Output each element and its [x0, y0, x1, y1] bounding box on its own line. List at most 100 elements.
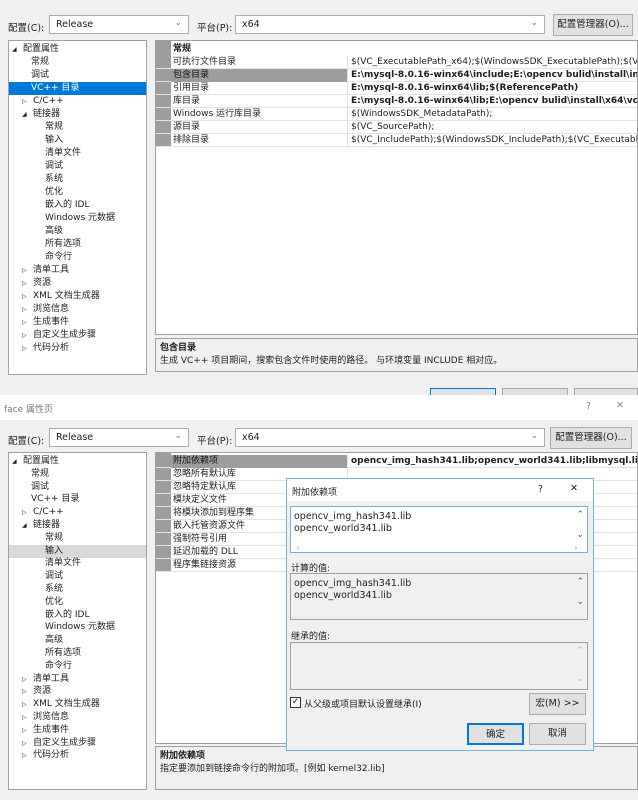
tree-item[interactable]: 常规 — [9, 56, 146, 69]
config-combo[interactable]: Release ⌄ — [49, 428, 189, 447]
platform-combo[interactable]: x64 ⌄ — [235, 15, 545, 34]
tree-item[interactable]: 高级 — [9, 225, 146, 238]
platform-combo[interactable]: x64 ⌄ — [235, 428, 545, 447]
tree-item[interactable]: 调试 — [9, 570, 146, 583]
scroll-down-icon[interactable]: ⌄ — [576, 596, 584, 608]
macro-button[interactable]: 宏(M) >> — [529, 693, 586, 715]
collapse-icon[interactable]: ◢ — [22, 108, 27, 121]
scroll-left-icon[interactable]: ‹ — [296, 543, 300, 555]
scroll-right-icon[interactable]: › — [574, 543, 578, 555]
tree-item[interactable]: ▷ C/C++ — [9, 506, 146, 519]
tree-item[interactable]: ▷ C/C++ — [9, 95, 146, 108]
inherit-checkbox-label[interactable]: 从父级或项目默认设置继承(I) — [304, 697, 422, 710]
scroll-up-icon[interactable]: ⌃ — [576, 509, 584, 521]
tree-item[interactable]: 命令行 — [9, 660, 146, 673]
tree-item[interactable]: 嵌入的 IDL — [9, 609, 146, 622]
collapse-icon[interactable]: ◢ — [12, 43, 17, 56]
expand-icon[interactable]: ▷ — [22, 724, 27, 737]
expand-icon[interactable]: ▷ — [22, 290, 27, 303]
expand-icon[interactable]: ▷ — [22, 711, 27, 724]
property-row[interactable]: 可执行文件目录 $(VC_ExecutablePath_x64);$(Window… — [156, 56, 637, 69]
expand-icon[interactable]: ▷ — [22, 316, 27, 329]
collapse-icon[interactable]: ◢ — [12, 455, 17, 468]
config-manager-button[interactable]: 配置管理器(O)... — [553, 14, 633, 36]
tree-item[interactable]: 优化 — [9, 186, 146, 199]
tree-item[interactable]: 嵌入的 IDL — [9, 199, 146, 212]
tree-item[interactable]: 系统 — [9, 583, 146, 596]
tree-item[interactable]: ◢ 链接器 — [9, 519, 146, 532]
tree-item[interactable]: Windows 元数据 — [9, 621, 146, 634]
scroll-up-icon[interactable]: ⌃ — [576, 576, 584, 588]
tree-item[interactable]: 所有选项 — [9, 238, 146, 251]
tree-item[interactable]: 清单文件 — [9, 557, 146, 570]
tree-item[interactable]: 常规 — [9, 532, 146, 545]
tree-item[interactable]: ▷ 自定义生成步骤 — [9, 737, 146, 750]
tree-item[interactable]: ▷ XML 文档生成器 — [9, 290, 146, 303]
inherit-checkbox[interactable]: ✓ — [290, 697, 301, 708]
tree-item[interactable]: 高级 — [9, 634, 146, 647]
tree-item[interactable]: VC++ 目录 — [9, 82, 146, 95]
property-tree[interactable]: ◢ 配置属性 常规 调试 VC++ 目录 ▷ C/C++ ◢ 链接器 常规 输入 清单文件 调试 系统 优化… — [8, 40, 147, 375]
tree-item[interactable]: 清单文件 — [9, 147, 146, 160]
close-icon[interactable]: ✕ — [616, 400, 624, 411]
property-row[interactable]: 库目录 E:\mysql-8.0.16-winx64\lib;E:\opencv … — [156, 95, 637, 108]
expand-icon[interactable]: ▷ — [22, 329, 27, 342]
tree-item[interactable]: ▷ 资源 — [9, 277, 146, 290]
expand-icon[interactable]: ▷ — [22, 749, 27, 762]
property-row[interactable]: Windows 运行库目录 $(WindowsSDK_MetadataPath); — [156, 108, 637, 121]
property-row[interactable]: 排除目录 $(VC_IncludePath);$(WindowsSDK_Inclu… — [156, 134, 637, 147]
tree-item[interactable]: 调试 — [9, 481, 146, 494]
tree-item[interactable]: ▷ 浏览信息 — [9, 303, 146, 316]
property-row[interactable]: 附加依赖项 opencv_img_hash341.lib;opencv_world… — [156, 455, 637, 468]
tree-item[interactable]: 输入 — [9, 544, 146, 558]
expand-icon[interactable]: ▷ — [22, 737, 27, 750]
expand-icon[interactable]: ▷ — [22, 685, 27, 698]
config-combo[interactable]: Release ⌄ — [49, 15, 189, 34]
expand-icon[interactable]: ▷ — [22, 277, 27, 290]
tree-item[interactable]: 系统 — [9, 173, 146, 186]
property-row[interactable]: 包含目录 E:\mysql-8.0.16-winx64\include;E:\op… — [156, 69, 637, 82]
expand-icon[interactable]: ▷ — [22, 264, 27, 277]
expand-icon[interactable]: ▷ — [22, 303, 27, 316]
tree-item[interactable]: ▷ 自定义生成步骤 — [9, 329, 146, 342]
scroll-down-icon[interactable]: ⌄ — [576, 529, 584, 541]
tree-item[interactable]: 调试 — [9, 160, 146, 173]
config-manager-button[interactable]: 配置管理器(O)... — [550, 427, 632, 449]
tree-item[interactable]: ▷ 清单工具 — [9, 264, 146, 277]
section-header[interactable]: ⌄常规 — [156, 43, 637, 56]
close-icon[interactable]: ✕ — [570, 483, 578, 494]
tree-item[interactable]: ▷ XML 文档生成器 — [9, 698, 146, 711]
help-icon[interactable]: ? — [538, 484, 543, 495]
tree-item[interactable]: ▷ 清单工具 — [9, 673, 146, 686]
tree-item[interactable]: ▷ 浏览信息 — [9, 711, 146, 724]
tree-item[interactable]: ▷ 生成事件 — [9, 724, 146, 737]
tree-item[interactable]: 所有选项 — [9, 647, 146, 660]
ok-button[interactable]: 确定 — [467, 723, 524, 745]
tree-item[interactable]: 常规 — [9, 121, 146, 134]
dependencies-edit[interactable]: opencv_img_hash341.lib opencv_world341.l… — [290, 506, 588, 555]
tree-item[interactable]: 优化 — [9, 596, 146, 609]
property-grid[interactable]: ⌄常规 可执行文件目录$(VC_ExecutablePath_x64);$(Wi… — [155, 40, 638, 335]
tree-item[interactable]: ◢ 配置属性 — [9, 455, 146, 468]
property-tree[interactable]: ◢ 配置属性 常规 调试 VC++ 目录 ▷ C/C++ ◢ 链接器 常规 输入 清单文件 调试 系统 优化… — [8, 452, 147, 790]
property-row[interactable]: 源目录 $(VC_SourcePath); — [156, 121, 637, 134]
tree-item[interactable]: ◢ 配置属性 — [9, 43, 146, 56]
tree-item[interactable]: 常规 — [9, 468, 146, 481]
tree-item[interactable]: 输入 — [9, 134, 146, 147]
tree-item[interactable]: ▷ 生成事件 — [9, 316, 146, 329]
tree-item[interactable]: ▷ 代码分析 — [9, 342, 146, 355]
expand-icon[interactable]: ▷ — [22, 698, 27, 711]
expand-icon[interactable]: ▷ — [22, 673, 27, 686]
tree-item[interactable]: VC++ 目录 — [9, 493, 146, 506]
cancel-button[interactable]: 取消 — [529, 723, 586, 745]
expand-icon[interactable]: ▷ — [22, 342, 27, 355]
collapse-icon[interactable]: ◢ — [22, 519, 27, 532]
tree-item[interactable]: ◢ 链接器 — [9, 108, 146, 121]
expand-icon[interactable]: ▷ — [22, 95, 27, 108]
tree-item[interactable]: ▷ 资源 — [9, 685, 146, 698]
help-icon[interactable]: ? — [586, 401, 591, 412]
tree-item[interactable]: Windows 元数据 — [9, 212, 146, 225]
tree-item[interactable]: 调试 — [9, 69, 146, 82]
tree-item[interactable]: 命令行 — [9, 251, 146, 264]
property-row[interactable]: 引用目录 E:\mysql-8.0.16-winx64\lib;$(Referen… — [156, 82, 637, 95]
